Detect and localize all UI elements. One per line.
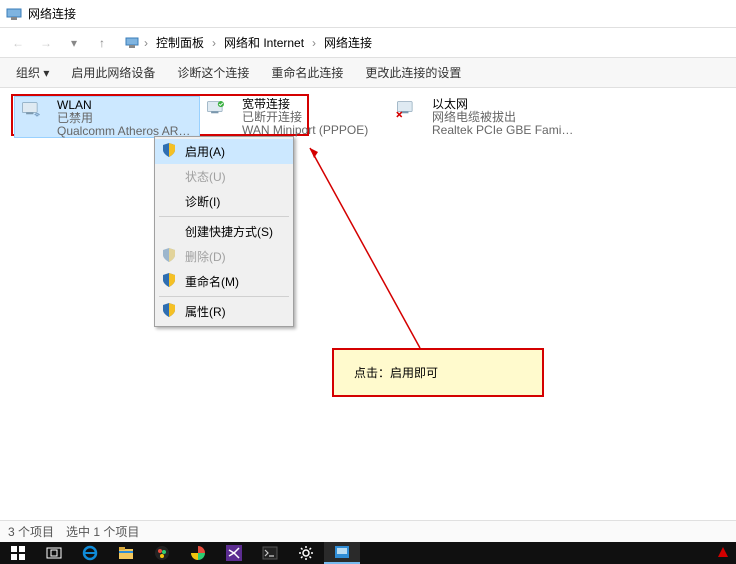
item-count: 3 个项目 — [8, 523, 54, 540]
ctx-delete: 删除(D) — [155, 244, 293, 269]
task-view-button[interactable] — [36, 542, 72, 564]
annotation-arrow — [300, 138, 440, 358]
taskbar-app-colorball-1[interactable] — [144, 542, 180, 564]
taskbar — [0, 542, 736, 564]
wlan-icon — [17, 99, 53, 135]
broadband-icon — [202, 98, 238, 134]
connection-status: 已禁用 — [57, 112, 197, 125]
taskbar-terminal[interactable] — [252, 542, 288, 564]
shield-icon — [161, 142, 177, 158]
shield-icon — [161, 272, 177, 288]
ctx-enable[interactable]: 启用(A) — [155, 139, 293, 164]
enable-device-button[interactable]: 启用此网络设备 — [61, 60, 165, 85]
taskbar-file-explorer[interactable] — [108, 542, 144, 564]
breadcrumb-sep: › — [144, 36, 148, 50]
context-menu: 启用(A) 状态(U) 诊断(I) 创建快捷方式(S) 删除(D) 重命名(M)… — [154, 136, 294, 327]
ethernet-icon — [392, 98, 428, 134]
ctx-rename[interactable]: 重命名(M) — [155, 269, 293, 294]
taskbar-settings[interactable] — [288, 542, 324, 564]
start-button[interactable] — [0, 542, 36, 564]
up-button[interactable]: ↑ — [90, 31, 114, 55]
taskbar-app-colorball-2[interactable] — [180, 542, 216, 564]
breadcrumb[interactable]: › 控制面板 › 网络和 Internet › 网络连接 — [124, 32, 376, 53]
breadcrumb-network-connections[interactable]: 网络连接 — [320, 32, 376, 53]
connection-wlan[interactable]: WLAN 已禁用 Qualcomm Atheros AR9285 ... — [14, 96, 200, 138]
title-bar: 网络连接 — [0, 0, 736, 28]
diagnose-button[interactable]: 诊断这个连接 — [167, 60, 259, 85]
breadcrumb-control-panel[interactable]: 控制面板 — [152, 32, 208, 53]
taskbar-visual-studio[interactable] — [216, 542, 252, 564]
connection-status: 网络电缆被拔出 — [432, 111, 574, 124]
selected-count: 选中 1 个项目 — [66, 523, 139, 540]
content-area: WLAN 已禁用 Qualcomm Atheros AR9285 ... 宽带连… — [0, 88, 736, 542]
connection-device: Realtek PCIe GBE Family Contr... — [432, 124, 574, 137]
recent-locations-button[interactable]: ▾ — [62, 31, 86, 55]
ctx-properties[interactable]: 属性(R) — [155, 299, 293, 324]
connection-ethernet[interactable]: 以太网 网络电缆被拔出 Realtek PCIe GBE Family Cont… — [390, 96, 576, 138]
organize-menu[interactable]: 组织 ▾ — [6, 60, 59, 85]
nav-bar: ← → ▾ ↑ › 控制面板 › 网络和 Internet › 网络连接 — [0, 28, 736, 58]
ctx-status: 状态(U) — [155, 164, 293, 189]
annotation-callout: 点击：启用即可 — [332, 348, 544, 397]
connection-status: 已断开连接 — [242, 111, 368, 124]
ctx-separator — [159, 296, 289, 297]
shield-icon — [161, 302, 177, 318]
forward-button[interactable]: → — [34, 31, 58, 55]
back-button[interactable]: ← — [6, 31, 30, 55]
command-bar: 组织 ▾ 启用此网络设备 诊断这个连接 重命名此连接 更改此连接的设置 — [0, 58, 736, 88]
network-connections-icon — [6, 6, 22, 22]
network-icon — [124, 35, 140, 51]
rename-button[interactable]: 重命名此连接 — [261, 60, 353, 85]
shield-icon — [161, 247, 177, 263]
breadcrumb-network-internet[interactable]: 网络和 Internet — [220, 32, 308, 53]
change-settings-button[interactable]: 更改此连接的设置 — [355, 60, 471, 85]
ctx-create-shortcut[interactable]: 创建快捷方式(S) — [155, 219, 293, 244]
ctx-diagnose[interactable]: 诊断(I) — [155, 189, 293, 214]
status-bar: 3 个项目 选中 1 个项目 — [0, 520, 736, 542]
callout-text: 点击：启用即可 — [354, 366, 438, 380]
ctx-separator — [159, 216, 289, 217]
taskbar-network-connections[interactable] — [324, 542, 360, 564]
taskbar-edge[interactable] — [72, 542, 108, 564]
window-title: 网络连接 — [28, 5, 76, 22]
connection-broadband[interactable]: 宽带连接 已断开连接 WAN Miniport (PPPOE) — [200, 96, 386, 138]
tray-icon[interactable] — [716, 545, 730, 562]
